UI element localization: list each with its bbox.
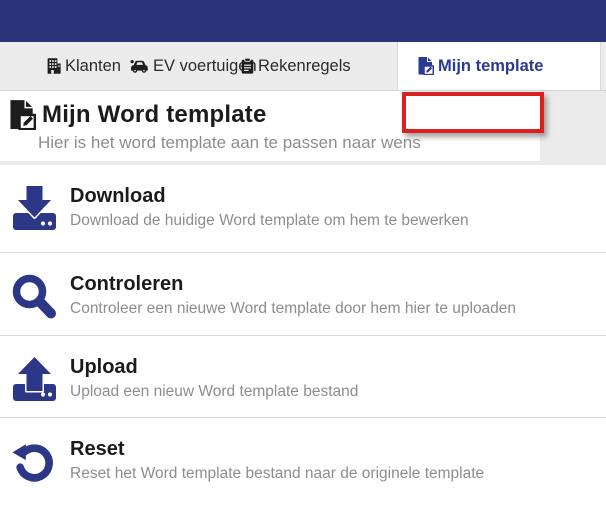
action-upload[interactable]: Upload Upload een nieuw Word template be… (0, 336, 606, 418)
file-edit-icon (417, 57, 434, 75)
app-window: Klanten EV voertuigen Rekenregels Mijn t… (0, 0, 606, 508)
action-controleren[interactable]: Controleren Controleer een nieuwe Word t… (0, 253, 606, 336)
action-description: Download de huidige Word template om hem… (70, 212, 469, 229)
download-icon (12, 184, 70, 232)
tab-rekenregels[interactable]: Rekenregels (241, 42, 351, 90)
page-header: Mijn Word template Hier is het word temp… (0, 91, 540, 161)
upload-icon (12, 355, 70, 403)
page-title: Mijn Word template (42, 101, 267, 128)
car-icon (129, 59, 149, 74)
tab-ev-voertuigen[interactable]: EV voertuigen (129, 42, 257, 90)
page-subtitle: Hier is het word template aan te passen … (38, 133, 421, 152)
template-actions-list: Download Download de huidige Word templa… (0, 165, 606, 508)
action-title: Download (70, 185, 166, 207)
search-icon (12, 272, 70, 320)
action-description: Upload een nieuw Word template bestand (70, 383, 359, 400)
tab-mijn-template[interactable]: Mijn template (397, 42, 601, 90)
action-title: Reset (70, 438, 125, 460)
reset-icon (12, 437, 70, 485)
tab-label: Klanten (65, 56, 121, 75)
tab-label: Rekenregels (258, 56, 351, 75)
action-description: Reset het Word template bestand naar de … (70, 465, 485, 482)
action-title: Controleren (70, 273, 184, 295)
action-title: Upload (70, 356, 138, 378)
top-navbar (0, 0, 606, 42)
action-reset[interactable]: Reset Reset het Word template bestand na… (0, 418, 606, 508)
clipboard-icon (241, 58, 254, 74)
building-icon (47, 58, 61, 74)
action-description: Controleer een nieuwe Word template door… (70, 300, 517, 317)
tab-label: Mijn template (438, 56, 544, 75)
file-edit-icon (8, 100, 36, 130)
tab-bar: Klanten EV voertuigen Rekenregels Mijn t… (0, 42, 606, 133)
tab-klanten[interactable]: Klanten (47, 42, 121, 90)
action-download[interactable]: Download Download de huidige Word templa… (0, 165, 606, 253)
